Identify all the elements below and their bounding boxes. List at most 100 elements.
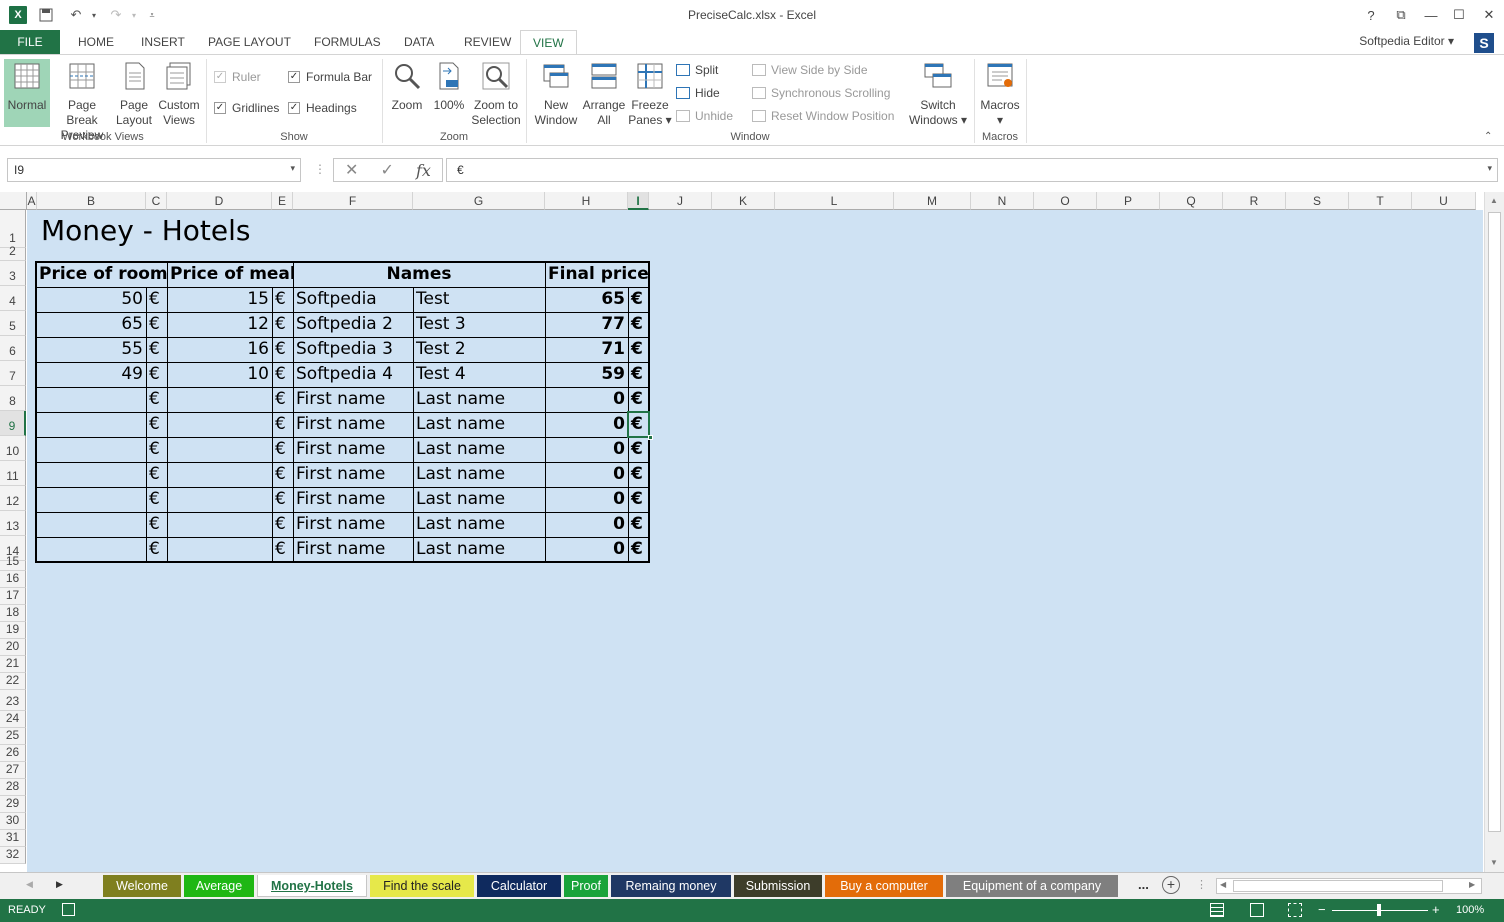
cell-currency[interactable]: €: [272, 487, 293, 512]
normal-view-icon[interactable]: [1210, 903, 1224, 917]
cell-final-price[interactable]: 77: [545, 312, 628, 337]
cell-currency[interactable]: €: [146, 287, 167, 312]
cell-final-price[interactable]: 0: [545, 512, 628, 537]
cell-final-price[interactable]: 0: [545, 437, 628, 462]
row-header-7[interactable]: 7: [0, 361, 26, 386]
row-header-23[interactable]: 23: [0, 690, 26, 711]
cell-final-price[interactable]: 71: [545, 337, 628, 362]
column-header-p[interactable]: P: [1097, 192, 1160, 210]
cell-currency[interactable]: €: [272, 312, 293, 337]
column-header-e[interactable]: E: [272, 192, 293, 210]
cell-currency[interactable]: €: [272, 512, 293, 537]
cell-currency[interactable]: €: [146, 412, 167, 437]
sheet-tab-remaing-money[interactable]: Remaing money: [611, 875, 731, 897]
zoom-button[interactable]: Zoom: [388, 59, 426, 113]
row-header-2[interactable]: 2: [0, 244, 26, 261]
column-header-r[interactable]: R: [1223, 192, 1286, 210]
name-box[interactable]: I9 ▾: [7, 158, 301, 182]
cell-final-price[interactable]: 0: [545, 387, 628, 412]
sheet-tab-find-the-scale[interactable]: Find the scale: [370, 875, 474, 897]
headings-checkbox[interactable]: ✓ Headings: [288, 101, 357, 115]
split-button[interactable]: Split: [676, 63, 718, 77]
row-header-25[interactable]: 25: [0, 728, 26, 745]
cell-first-name[interactable]: Softpedia 4: [293, 362, 413, 387]
scroll-down-icon[interactable]: ▼: [1490, 858, 1498, 867]
header-final-price[interactable]: Final price: [545, 262, 649, 287]
cell-first-name[interactable]: First name: [293, 437, 413, 462]
row-header-26[interactable]: 26: [0, 745, 26, 762]
cell-currency[interactable]: €: [146, 537, 167, 562]
header-price-of-meal[interactable]: Price of meal: [167, 262, 293, 287]
maximize-icon[interactable]: ☐: [1444, 4, 1474, 26]
cell-currency[interactable]: €: [272, 537, 293, 562]
row-header-3[interactable]: 3: [0, 261, 26, 286]
cell-last-name[interactable]: Last name: [413, 512, 545, 537]
row-header-21[interactable]: 21: [0, 656, 26, 673]
cell-price-of-meal[interactable]: [167, 487, 272, 512]
cell-final-price[interactable]: 0: [545, 462, 628, 487]
tab-review[interactable]: REVIEW: [452, 30, 523, 54]
cell-price-of-room[interactable]: [36, 387, 146, 412]
cell-currency[interactable]: €: [146, 462, 167, 487]
cell-last-name[interactable]: Test 4: [413, 362, 545, 387]
tab-insert[interactable]: INSERT: [129, 30, 197, 54]
row-header-29[interactable]: 29: [0, 796, 26, 813]
cell-price-of-room[interactable]: 49: [36, 362, 146, 387]
insert-function-icon[interactable]: fx: [416, 161, 431, 180]
cell-price-of-meal[interactable]: 16: [167, 337, 272, 362]
cell-price-of-room[interactable]: [36, 487, 146, 512]
formula-input[interactable]: € ▾: [446, 158, 1498, 182]
new-sheet-icon[interactable]: +: [1162, 876, 1180, 894]
zoom-slider-thumb[interactable]: [1377, 904, 1381, 916]
page-layout-button[interactable]: Page Layout: [114, 59, 154, 128]
cell-last-name[interactable]: Test 2: [413, 337, 545, 362]
cell-final-price[interactable]: 0: [545, 537, 628, 562]
row-header-12[interactable]: 12: [0, 486, 26, 511]
scroll-left-icon[interactable]: ◀: [1220, 880, 1226, 889]
hide-button[interactable]: Hide: [676, 86, 720, 100]
zoom-out-icon[interactable]: −: [1318, 902, 1326, 917]
scroll-right-icon[interactable]: ▶: [1469, 880, 1475, 889]
reset-window-position-button[interactable]: Reset Window Position: [752, 109, 894, 123]
cell-price-of-room[interactable]: 50: [36, 287, 146, 312]
sheet-tab-calculator[interactable]: Calculator: [477, 875, 561, 897]
tab-formulas[interactable]: FORMULAS: [302, 30, 393, 54]
cell-first-name[interactable]: Softpedia 2: [293, 312, 413, 337]
switch-windows-button[interactable]: Switch Windows ▾: [906, 59, 970, 128]
row-header-32[interactable]: 32: [0, 847, 26, 864]
tab-page-layout[interactable]: PAGE LAYOUT: [196, 30, 303, 54]
cell-price-of-meal[interactable]: [167, 537, 272, 562]
cell-currency[interactable]: €: [272, 287, 293, 312]
cell-last-name[interactable]: Test: [413, 287, 545, 312]
new-window-button[interactable]: New Window: [532, 59, 580, 128]
cell-currency[interactable]: €: [628, 387, 649, 412]
sheet-tab-welcome[interactable]: Welcome: [103, 875, 181, 897]
synchronous-scrolling-button[interactable]: Synchronous Scrolling: [752, 86, 890, 100]
cell-price-of-meal[interactable]: [167, 462, 272, 487]
cell-currency[interactable]: €: [628, 487, 649, 512]
scroll-up-icon[interactable]: ▲: [1490, 196, 1498, 205]
cell-currency[interactable]: €: [146, 437, 167, 462]
cell-currency[interactable]: €: [272, 362, 293, 387]
select-all-corner[interactable]: [0, 192, 27, 210]
row-header-4[interactable]: 4: [0, 286, 26, 311]
freeze-panes-button[interactable]: Freeze Panes ▾: [628, 59, 672, 128]
cell-price-of-room[interactable]: 55: [36, 337, 146, 362]
cell-price-of-meal[interactable]: 15: [167, 287, 272, 312]
cell-currency[interactable]: €: [146, 312, 167, 337]
row-header-10[interactable]: 10: [0, 436, 26, 461]
column-header-f[interactable]: F: [293, 192, 413, 210]
cell-first-name[interactable]: First name: [293, 412, 413, 437]
page-break-view-icon[interactable]: [1288, 903, 1302, 917]
column-header-k[interactable]: K: [712, 192, 775, 210]
active-cell-selection[interactable]: [627, 411, 650, 438]
column-header-j[interactable]: J: [649, 192, 712, 210]
cell-price-of-meal[interactable]: [167, 412, 272, 437]
cell-currency[interactable]: €: [628, 287, 649, 312]
cell-first-name[interactable]: First name: [293, 512, 413, 537]
cell-currency[interactable]: €: [628, 537, 649, 562]
cell-currency[interactable]: €: [628, 462, 649, 487]
sheet-tab-submission[interactable]: Submission: [734, 875, 822, 897]
cell-currency[interactable]: €: [628, 437, 649, 462]
cell-currency[interactable]: €: [146, 387, 167, 412]
